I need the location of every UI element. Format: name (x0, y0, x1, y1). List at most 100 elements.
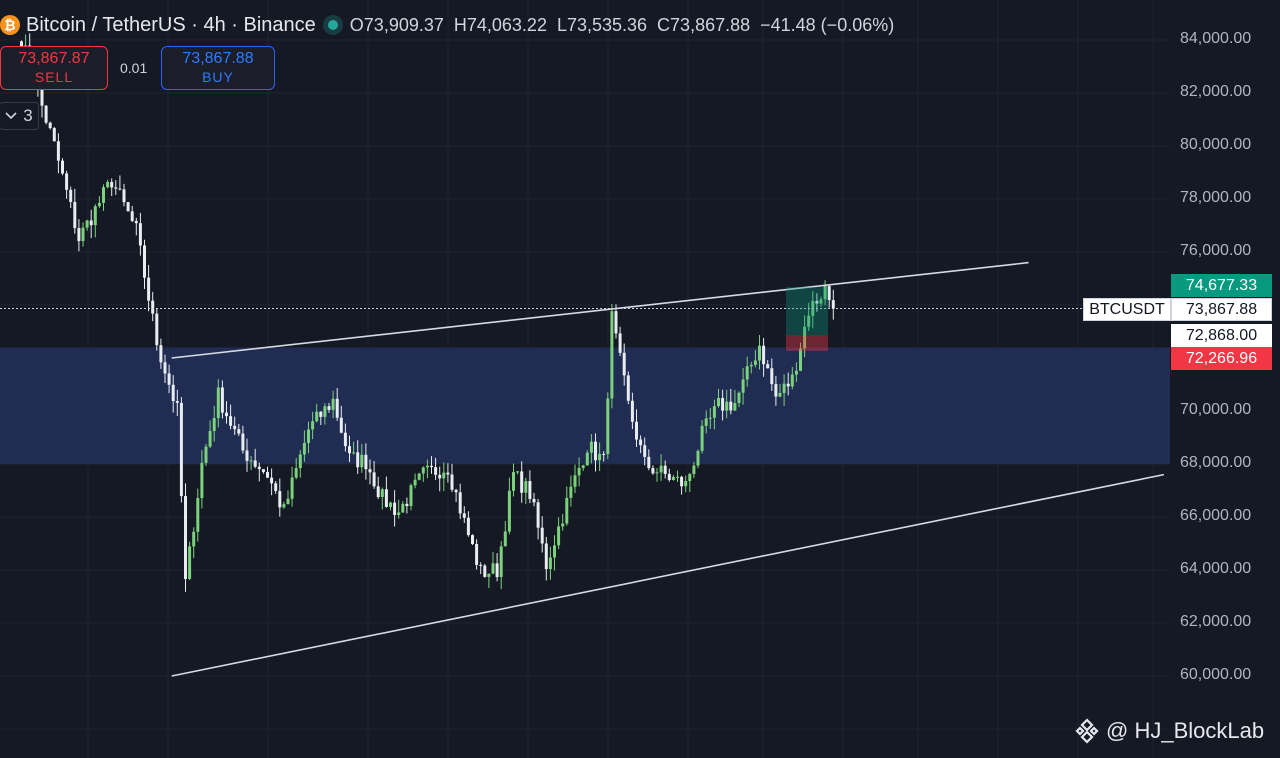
candle-body (192, 531, 196, 547)
candle-body (339, 417, 343, 433)
candle-body (692, 465, 696, 475)
candle-body (184, 496, 187, 579)
sell-button[interactable]: 73,867.87 SELL (0, 46, 108, 90)
symbol-price-tag: BTCUSDT (1083, 298, 1171, 321)
candle-body (372, 472, 376, 487)
candle-body (540, 527, 544, 544)
candle-body (376, 486, 380, 498)
candle-body (717, 397, 720, 407)
candle-body (270, 477, 274, 484)
candle-body (532, 498, 536, 503)
candle-body (323, 406, 327, 417)
watermark-text: @ HJ_BlockLab (1106, 718, 1265, 743)
candle-body (507, 490, 511, 532)
candle-body (676, 476, 679, 478)
candle-body (778, 392, 782, 397)
price-axis-tick-label: 76,000.00 (1180, 242, 1252, 259)
candle-body (356, 452, 360, 468)
candle-body (630, 400, 634, 422)
candle-body (671, 476, 675, 481)
candle-body (626, 375, 630, 401)
candle-body (286, 498, 290, 505)
candle-body (294, 468, 298, 478)
buy-button[interactable]: 73,867.88 BUY (161, 46, 275, 90)
support-zone-rectangle[interactable] (0, 347, 1170, 464)
candle-body (405, 503, 409, 507)
stop-loss-label: 72,266.96 (1171, 347, 1272, 370)
candle-body (786, 383, 790, 387)
candle-body (622, 352, 626, 376)
candle-body (147, 277, 151, 301)
candle-body (425, 465, 429, 468)
candle-body (229, 416, 233, 426)
candle-body (155, 313, 159, 346)
candle-body (544, 543, 548, 570)
sell-price: 73,867.87 (18, 50, 90, 67)
spread-value: 0.01 (120, 60, 148, 76)
candle-body (196, 498, 200, 532)
candle-body (663, 465, 667, 474)
candle-body (298, 454, 302, 469)
sell-label: SELL (34, 69, 74, 85)
candle-body (729, 401, 733, 411)
candle-body (421, 467, 425, 474)
candle-body (73, 201, 77, 229)
candle-body (745, 366, 749, 380)
candle-body (417, 473, 421, 480)
price-chart[interactable] (0, 0, 1280, 758)
position-profit-area[interactable] (786, 287, 828, 335)
candle-body (163, 362, 167, 374)
candle-body (438, 474, 442, 479)
candle-body (643, 445, 647, 457)
candle-body (700, 425, 704, 451)
candle-body (553, 545, 556, 558)
position-loss-area[interactable] (786, 334, 828, 351)
candle-body (52, 128, 56, 142)
candle-body (471, 535, 474, 544)
price-axis-tick-label: 70,000.00 (1180, 401, 1252, 418)
candle-body (393, 502, 397, 515)
candle-body (741, 379, 745, 393)
candle-body (97, 202, 101, 207)
candle-body (483, 565, 487, 577)
candle-body (647, 456, 651, 469)
candle-body (413, 479, 417, 486)
candle-body (204, 446, 208, 463)
symbol-header: ₿ Bitcoin / TetherUS · 4h · Binance O73,… (0, 8, 894, 42)
candle-body (302, 442, 306, 455)
candle-body (585, 452, 589, 466)
candle-body (442, 472, 446, 479)
indicators-toggle-button[interactable]: 3 (0, 102, 39, 130)
candle-body (114, 187, 118, 189)
candle-body (733, 403, 737, 411)
candle-body (794, 370, 798, 375)
candle-body (548, 557, 552, 570)
symbol-title[interactable]: Bitcoin / TetherUS · 4h · Binance (26, 14, 316, 37)
candle-body (520, 471, 524, 493)
candle-body (635, 421, 638, 440)
candle-body (430, 465, 433, 468)
candle-body (266, 472, 269, 478)
candle-body (495, 563, 499, 578)
candle-body (762, 345, 766, 365)
candle-body (573, 475, 577, 487)
chevron-down-icon (5, 112, 17, 120)
candle-body (758, 345, 761, 361)
candle-body (85, 220, 89, 228)
candle-body (503, 531, 507, 547)
candle-body (667, 473, 671, 481)
buy-price: 73,867.88 (182, 50, 254, 67)
candle-body (241, 433, 245, 451)
candle-body (708, 417, 712, 419)
price-axis-tick-label: 78,000.00 (1180, 189, 1252, 206)
candle-body (639, 439, 643, 446)
upper-trendline[interactable] (171, 261, 1029, 359)
candle-body (81, 227, 85, 242)
candle-body (110, 182, 114, 188)
candle-body (799, 348, 802, 371)
candle-body (774, 384, 778, 397)
candle-body (122, 189, 126, 203)
lower-trendline[interactable] (171, 473, 1165, 677)
candle-body (782, 383, 786, 393)
candle-body (368, 469, 372, 473)
